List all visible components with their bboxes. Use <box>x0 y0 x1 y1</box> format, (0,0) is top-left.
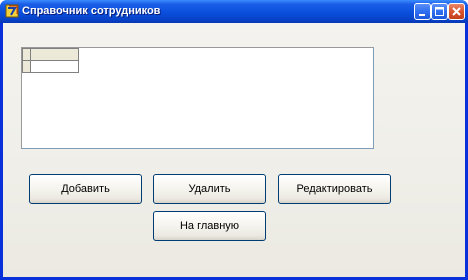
close-icon <box>452 7 461 16</box>
delete-button-label: Удалить <box>188 183 231 195</box>
employees-grid[interactable] <box>21 47 374 149</box>
client-area: Добавить Удалить Редактировать На главну… <box>3 23 465 277</box>
minimize-button[interactable] <box>414 3 431 20</box>
title-bar[interactable]: Справочник сотрудников <box>0 0 468 23</box>
delete-button[interactable]: Удалить <box>153 174 266 204</box>
edit-button-label: Редактировать <box>296 183 373 195</box>
app-icon <box>5 4 19 18</box>
main-window: Справочник сотрудников Добавить Удалить … <box>0 0 468 280</box>
home-button-label: На главную <box>179 220 240 232</box>
window-title: Справочник сотрудников <box>22 5 161 17</box>
add-button-label: Добавить <box>61 183 110 195</box>
home-button[interactable]: На главную <box>153 211 266 241</box>
minimize-icon <box>419 14 425 16</box>
maximize-icon <box>435 7 444 16</box>
maximize-button[interactable] <box>431 3 448 20</box>
grid-cell[interactable] <box>30 60 79 73</box>
add-button[interactable]: Добавить <box>29 174 142 204</box>
edit-button[interactable]: Редактировать <box>278 174 391 204</box>
close-button[interactable] <box>448 3 465 20</box>
